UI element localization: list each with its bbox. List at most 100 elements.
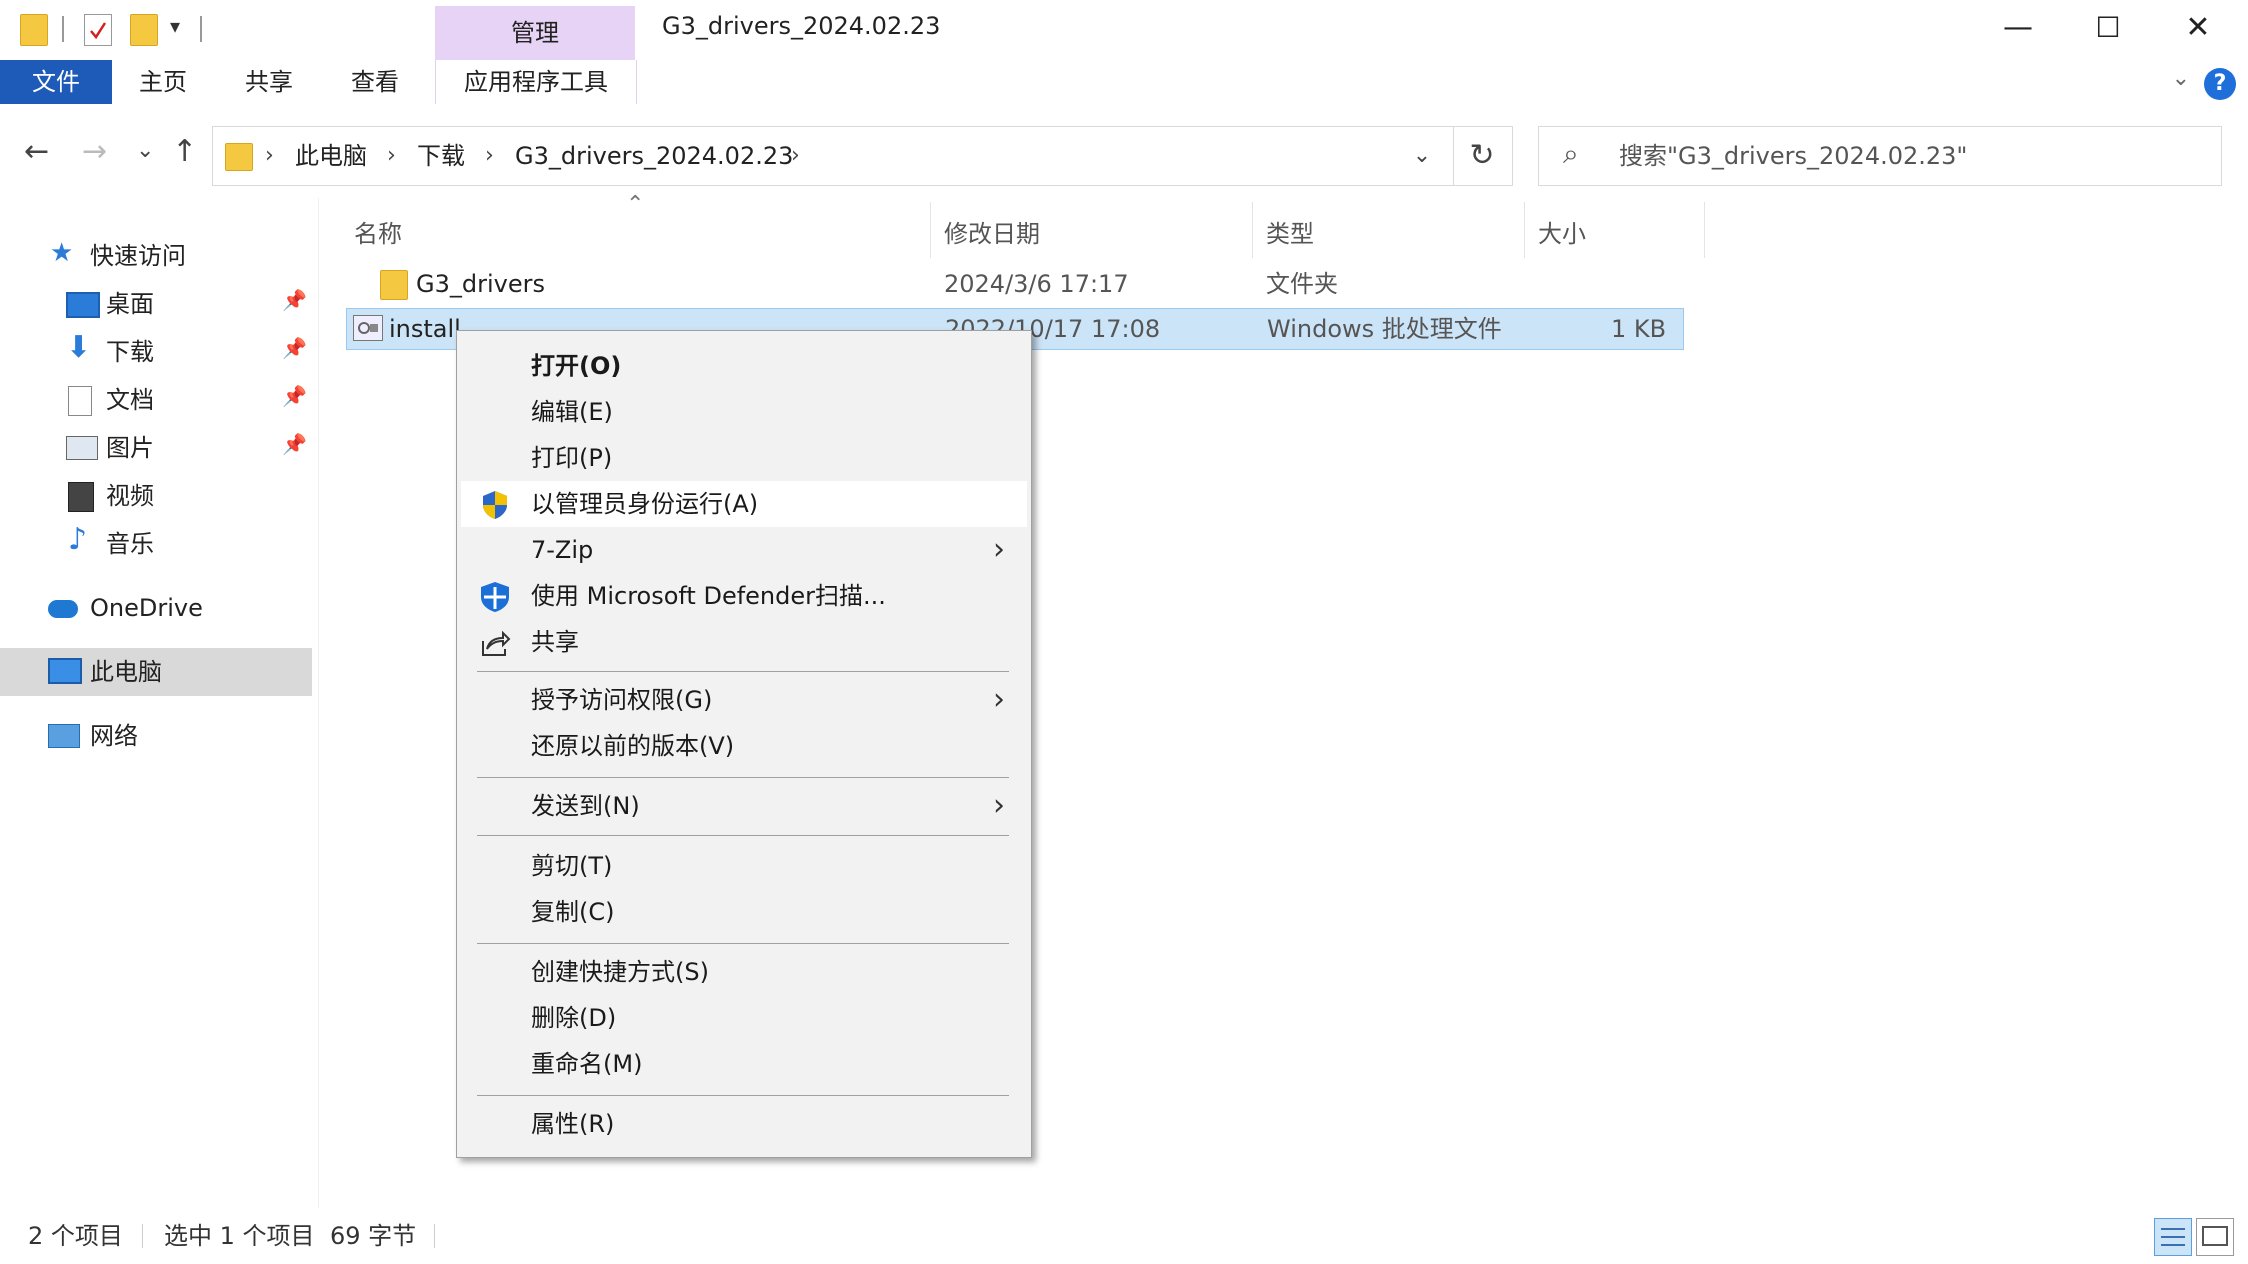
- expand-ribbon-icon[interactable]: ⌄: [2172, 66, 2190, 91]
- menu-separator: [477, 777, 1009, 778]
- desktop-icon: [66, 292, 100, 318]
- selection-count: 选中 1 个项目: [164, 1222, 315, 1250]
- customize-qat-icon[interactable]: ▾: [170, 14, 180, 38]
- qat-divider: [62, 16, 64, 42]
- sidebar-item-label: 视频: [106, 482, 154, 510]
- menu-item-label: 授予访问权限(G): [531, 686, 713, 714]
- menu-separator: [477, 835, 1009, 836]
- download-arrow-icon: ⬇: [66, 330, 92, 365]
- computer-icon: [48, 658, 82, 684]
- menu-item-send-to[interactable]: 发送到(N) ›: [461, 783, 1027, 829]
- context-menu: 打开(O) 编辑(E) 打印(P) 以管理员身份运行(A) 7-Zip › 使用…: [456, 330, 1032, 1158]
- folder-icon: [380, 270, 408, 300]
- menu-item-label: 重命名(M): [531, 1050, 643, 1078]
- sidebar-item-documents[interactable]: 文档 📌: [0, 376, 312, 424]
- new-folder-icon[interactable]: [130, 14, 158, 46]
- chevron-right-icon[interactable]: ›: [791, 127, 800, 185]
- sidebar-item-videos[interactable]: 视频: [0, 472, 312, 520]
- sidebar-item-downloads[interactable]: ⬇ 下载 📌: [0, 328, 312, 376]
- search-input[interactable]: ⌕ 搜索"G3_drivers_2024.02.23": [1538, 126, 2222, 186]
- menu-item-label: 还原以前的版本(V): [531, 732, 735, 760]
- sidebar-item-label: 桌面: [106, 290, 154, 318]
- menu-item-7zip[interactable]: 7-Zip ›: [461, 527, 1027, 573]
- menu-item-open[interactable]: 打开(O): [461, 343, 1027, 389]
- menu-item-rename[interactable]: 重命名(M): [461, 1041, 1027, 1087]
- folder-icon: [20, 14, 48, 46]
- menu-item-share[interactable]: 共享: [461, 619, 1027, 665]
- menu-item-copy[interactable]: 复制(C): [461, 889, 1027, 935]
- menu-item-grant-access[interactable]: 授予访问权限(G) ›: [461, 677, 1027, 723]
- menu-item-label: 创建快捷方式(S): [531, 958, 709, 986]
- context-tab-header: 管理: [435, 6, 635, 60]
- tab-share[interactable]: 共享: [236, 60, 302, 104]
- breadcrumb-this-pc[interactable]: 此电脑: [295, 127, 367, 185]
- column-divider[interactable]: [930, 202, 931, 258]
- pin-icon[interactable]: 📌: [282, 288, 307, 312]
- menu-item-create-shortcut[interactable]: 创建快捷方式(S): [461, 949, 1027, 995]
- status-divider: [434, 1224, 435, 1248]
- document-icon: [68, 386, 92, 416]
- sidebar-item-pictures[interactable]: 图片 📌: [0, 424, 312, 472]
- address-bar[interactable]: › 此电脑 › 下载 › G3_drivers_2024.02.23 › ⌄: [212, 126, 1454, 186]
- menu-item-cut[interactable]: 剪切(T): [461, 843, 1027, 889]
- forward-button[interactable]: →: [82, 134, 107, 169]
- column-header-modified[interactable]: 修改日期: [944, 210, 1040, 258]
- chevron-right-icon: ›: [993, 532, 1005, 567]
- chevron-down-icon[interactable]: ⌄: [1391, 127, 1453, 185]
- column-divider[interactable]: [1704, 202, 1705, 258]
- file-type: Windows 批处理文件: [1267, 315, 1502, 343]
- sidebar-item-desktop[interactable]: 桌面 📌: [0, 280, 312, 328]
- maximize-button[interactable]: ☐: [2063, 0, 2153, 56]
- breadcrumb-downloads[interactable]: 下载: [417, 127, 465, 185]
- breadcrumb-current-folder[interactable]: G3_drivers_2024.02.23: [515, 127, 793, 185]
- pin-icon[interactable]: 📌: [282, 384, 307, 408]
- menu-item-edit[interactable]: 编辑(E): [461, 389, 1027, 435]
- menu-item-defender-scan[interactable]: 使用 Microsoft Defender扫描...: [461, 573, 1027, 619]
- sidebar-item-network[interactable]: 网络: [0, 712, 312, 760]
- pin-icon[interactable]: 📌: [282, 336, 307, 360]
- selection-size: 69 字节: [330, 1222, 417, 1250]
- file-row[interactable]: G3_drivers 2024/3/6 17:17 文件夹: [346, 264, 1682, 304]
- menu-item-label: 共享: [531, 628, 579, 656]
- pictures-icon: [66, 436, 98, 460]
- sidebar-item-label: 文档: [106, 386, 154, 414]
- cloud-icon: [48, 600, 78, 618]
- sidebar-item-this-pc[interactable]: 此电脑: [0, 648, 312, 696]
- chevron-right-icon[interactable]: ›: [485, 127, 494, 185]
- back-button[interactable]: ←: [24, 134, 49, 169]
- close-button[interactable]: ✕: [2153, 0, 2243, 56]
- help-button[interactable]: ?: [2204, 68, 2236, 100]
- minimize-button[interactable]: —: [1973, 0, 2063, 56]
- sidebar-item-onedrive[interactable]: OneDrive: [0, 584, 312, 632]
- music-note-icon: ♪: [68, 522, 88, 557]
- tab-application-tools[interactable]: 应用程序工具: [435, 60, 637, 104]
- up-button[interactable]: ↑: [172, 134, 197, 169]
- menu-item-restore-previous-versions[interactable]: 还原以前的版本(V): [461, 723, 1027, 769]
- sidebar-item-music[interactable]: ♪ 音乐: [0, 520, 312, 568]
- menu-item-label: 剪切(T): [531, 852, 613, 880]
- uac-shield-icon: [479, 489, 511, 521]
- sidebar-item-quick-access[interactable]: ★ 快速访问: [0, 232, 312, 280]
- file-size: 1 KB: [1611, 315, 1667, 343]
- recent-locations-button[interactable]: ⌄: [136, 138, 154, 163]
- column-divider[interactable]: [1252, 202, 1253, 258]
- properties-icon[interactable]: [84, 14, 112, 46]
- refresh-button[interactable]: ↻: [1452, 126, 1513, 186]
- details-view-button[interactable]: [2154, 1218, 2192, 1256]
- column-header-size[interactable]: 大小: [1538, 210, 1586, 258]
- chevron-right-icon[interactable]: ›: [387, 127, 396, 185]
- column-header-name[interactable]: 名称: [354, 210, 402, 258]
- tab-home[interactable]: 主页: [130, 60, 196, 104]
- menu-item-run-as-admin[interactable]: 以管理员身份运行(A): [461, 481, 1027, 527]
- navigation-pane: ★ 快速访问 桌面 📌 ⬇ 下载 📌 文档 📌 图片 📌 视频 ♪ 音乐 One…: [0, 198, 319, 1208]
- menu-item-print[interactable]: 打印(P): [461, 435, 1027, 481]
- large-icons-view-button[interactable]: [2196, 1218, 2234, 1256]
- menu-item-delete[interactable]: 删除(D): [461, 995, 1027, 1041]
- tab-view[interactable]: 查看: [342, 60, 408, 104]
- chevron-right-icon[interactable]: ›: [265, 127, 274, 185]
- column-header-type[interactable]: 类型: [1266, 210, 1314, 258]
- pin-icon[interactable]: 📌: [282, 432, 307, 456]
- column-divider[interactable]: [1524, 202, 1525, 258]
- menu-item-properties[interactable]: 属性(R): [461, 1101, 1027, 1147]
- tab-file[interactable]: 文件: [0, 60, 112, 104]
